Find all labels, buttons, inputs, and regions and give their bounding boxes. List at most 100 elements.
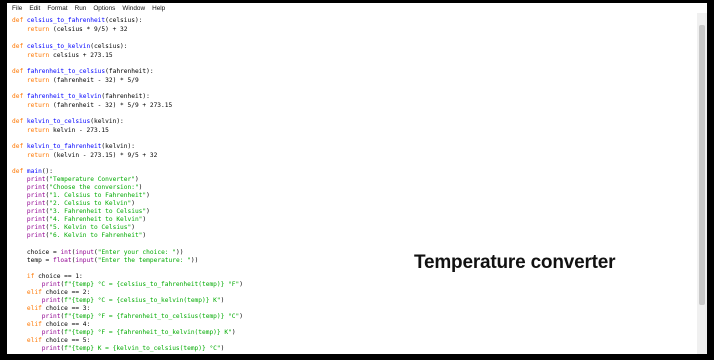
code-token: elif — [12, 289, 46, 296]
menu-edit[interactable]: Edit — [29, 5, 40, 12]
scrollbar-thumb[interactable] — [699, 25, 705, 305]
code-token: choice == 4: — [45, 321, 91, 328]
code-line: return (fahrenheit - 32) * 5/9 — [12, 77, 139, 85]
code-token: choice == 3: — [45, 305, 91, 312]
code-token: elif — [12, 305, 46, 312]
code-line: return (celsius * 9/5) + 32 — [12, 26, 128, 34]
code-line: def celsius_to_fahrenheit(celsius): — [12, 17, 142, 25]
code-token: elif — [12, 337, 46, 344]
code-line: print("3. Fahrenheit to Celsius") — [12, 208, 150, 216]
code-line: if choice == 1: — [12, 273, 83, 281]
code-line: print(f"{temp} K = {kelvin_to_celsius(te… — [12, 345, 225, 353]
code-token: fahrenheit_to_kelvin — [26, 93, 102, 100]
code-token: "6. Kelvin to Fahrenheit" — [49, 232, 143, 239]
code-line: def fahrenheit_to_kelvin(fahrenheit): — [12, 93, 150, 101]
code-line: return celsius + 273.15 — [12, 52, 113, 60]
code-line: print(f"{temp} °C = {celsius_to_kelvin(t… — [12, 297, 225, 305]
code-token: fahrenheit_to_celsius — [26, 68, 106, 75]
code-token: (celsius): — [105, 17, 143, 24]
code-token: float — [52, 257, 72, 264]
code-token: def — [12, 43, 27, 50]
code-token: return — [12, 152, 53, 159]
code-line: print("5. Kelvin to Celsius") — [12, 224, 135, 232]
code-token: ) — [134, 176, 139, 183]
code-token: print — [12, 297, 61, 304]
code-token: input — [75, 257, 94, 264]
code-token: print — [12, 232, 46, 239]
code-line: temp = float(input("Enter the temperatur… — [12, 257, 198, 265]
code-token: )) — [175, 249, 184, 256]
code-token: ) — [131, 200, 135, 207]
code-token: (kelvin): — [90, 118, 124, 125]
code-token: kelvin_to_celsius — [26, 118, 91, 125]
code-token: print — [12, 200, 46, 207]
code-token: (fahrenheit): — [101, 93, 150, 100]
code-token: print — [12, 208, 46, 215]
code-token: "Temperature Converter" — [49, 176, 135, 183]
code-token: def — [12, 168, 27, 175]
menu-bar: File Edit Format Run Options Window Help — [7, 3, 707, 13]
code-line: print("Temperature Converter") — [12, 176, 139, 184]
code-line: elif choice == 5: — [12, 337, 90, 345]
code-line: elif choice == 4: — [12, 321, 90, 329]
code-line: def celsius_to_kelvin(celsius): — [12, 43, 128, 51]
menu-format[interactable]: Format — [47, 5, 67, 12]
code-line: def kelvin_to_celsius(kelvin): — [12, 118, 124, 126]
code-token: int — [60, 249, 72, 256]
code-token: ) — [239, 313, 243, 320]
code-token: "Enter your choice: " — [97, 249, 176, 256]
code-line: print(f"{temp} °C = {celsius_to_fahrenhe… — [12, 281, 243, 289]
code-line: choice = int(input("Enter your choice: "… — [12, 249, 184, 257]
code-token: choice == 5: — [45, 337, 91, 344]
code-token: print — [12, 192, 46, 199]
code-line: def main(): — [12, 168, 53, 176]
code-line: def kelvin_to_fahrenheit(kelvin): — [12, 143, 135, 151]
code-token: return — [12, 77, 53, 84]
menu-window[interactable]: Window — [122, 5, 145, 12]
code-line: def fahrenheit_to_celsius(fahrenheit): — [12, 68, 154, 76]
code-token: ) — [142, 216, 147, 223]
code-line: elif choice == 2: — [12, 289, 90, 297]
code-token: kelvin - 273.15 — [52, 127, 109, 134]
code-token: return — [12, 127, 53, 134]
code-token: temp = — [12, 257, 53, 264]
code-token: choice == 2: — [45, 289, 91, 296]
code-token: (): — [41, 168, 53, 175]
code-token: "Choose the conversion:" — [49, 184, 139, 191]
code-token: ) — [220, 297, 225, 304]
menu-help[interactable]: Help — [152, 5, 165, 12]
code-editor[interactable]: def celsius_to_fahrenheit(celsius): retu… — [7, 13, 697, 354]
code-line: print(f"{temp} °F = {fahrenheit_to_celsi… — [12, 313, 243, 321]
video-title-overlay: Temperature converter — [414, 252, 616, 273]
code-token: print — [12, 216, 46, 223]
code-token: ) — [146, 208, 150, 215]
code-token: return — [12, 102, 53, 109]
menu-options[interactable]: Options — [93, 5, 115, 12]
code-token: f"{temp} °F = {fahrenheit_to_celsius(tem… — [64, 313, 240, 320]
code-token: (fahrenheit): — [105, 68, 154, 75]
code-line: return (kelvin - 273.15) * 9/5 + 32 — [12, 152, 157, 160]
code-token: "5. Kelvin to Celsius" — [49, 224, 132, 231]
code-line: print("Choose the conversion:") — [12, 184, 143, 192]
code-token: f"{temp} K = {kelvin_to_celsius(temp)} °… — [64, 345, 221, 352]
code-token: ) — [220, 345, 225, 352]
menu-run[interactable]: Run — [75, 5, 87, 12]
code-token: print — [12, 224, 46, 231]
code-token: def — [12, 118, 27, 125]
code-token: f"{temp} °C = {celsius_to_fahrenheit(tem… — [64, 281, 240, 288]
vertical-scrollbar[interactable] — [697, 13, 707, 354]
code-line: print("4. Fahrenheit to Kelvin") — [12, 216, 146, 224]
code-line: return (fahrenheit - 32) * 5/9 + 273.15 — [12, 102, 172, 110]
code-token: if — [12, 273, 39, 280]
code-token: print — [12, 329, 61, 336]
code-token: def — [12, 68, 27, 75]
code-token: (celsius): — [90, 43, 128, 50]
code-line: print(f"{temp} °F = {fahrenheit_to_kelvi… — [12, 329, 236, 337]
code-token: ) — [146, 192, 150, 199]
code-token: (celsius * 9/5) + 32 — [52, 26, 128, 33]
code-token: (fahrenheit - 32) * 5/9 — [52, 77, 139, 84]
code-token: kelvin_to_fahrenheit — [26, 143, 102, 150]
menu-file[interactable]: File — [12, 5, 22, 12]
code-line: print("6. Kelvin to Fahrenheit") — [12, 232, 146, 240]
code-token: input — [75, 249, 94, 256]
